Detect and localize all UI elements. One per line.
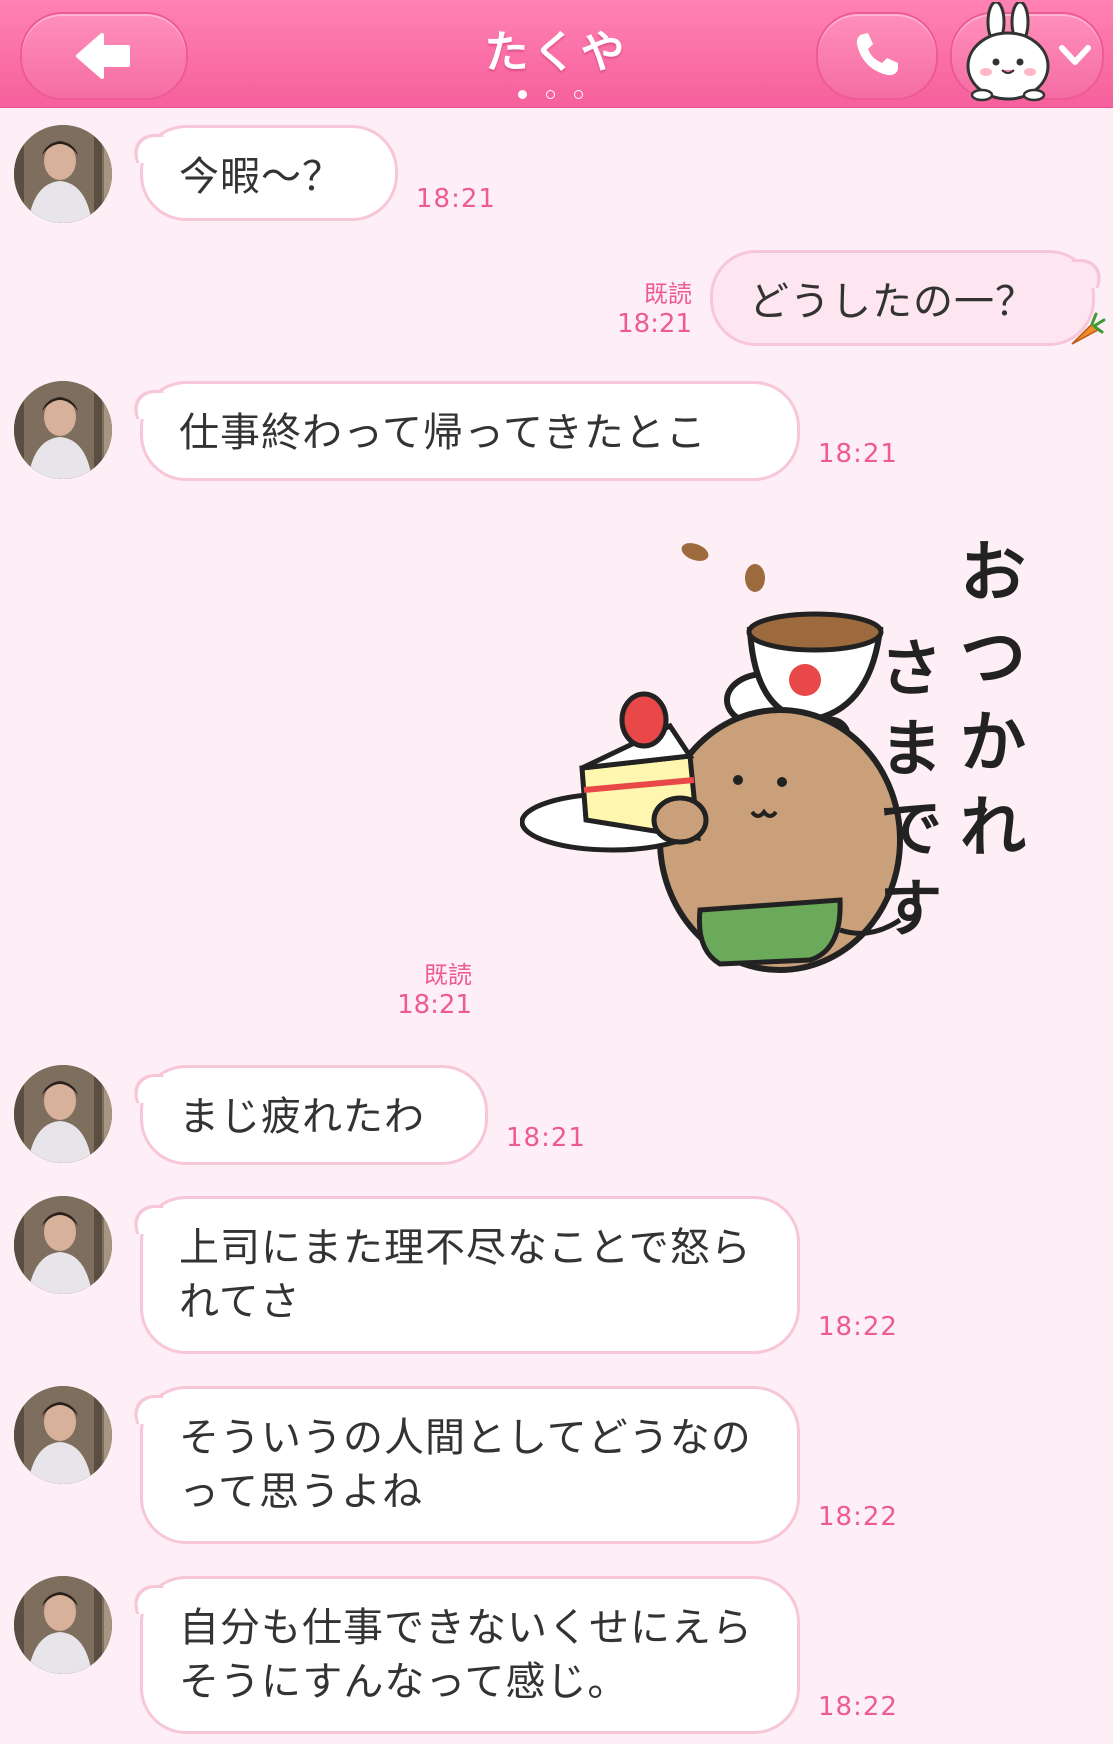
message-text: 自分も仕事できないくせにえらそうにすんなって感じ。 [179, 1605, 753, 1705]
page-dot [518, 90, 527, 99]
message-bubble[interactable]: まじ疲れたわ [140, 1065, 488, 1165]
call-button[interactable] [816, 12, 938, 100]
message-text: 上司にまた理不尽なことで怒られてさ [179, 1225, 752, 1325]
read-receipt: 既読 18:21 [380, 955, 472, 1020]
read-label: 既読 [424, 961, 472, 989]
avatar[interactable] [14, 1386, 112, 1484]
chat-title: たくや [484, 27, 629, 78]
message-bubble[interactable]: 仕事終わって帰ってきたとこ [140, 381, 800, 481]
message-text: 今暇〜？ [179, 154, 343, 200]
message-text: 仕事終わって帰ってきたとこ [179, 410, 707, 456]
bunny-icon [966, 2, 1050, 102]
carrot-icon [1071, 312, 1106, 345]
message-time: 18:21 [506, 1123, 586, 1153]
message-bubble[interactable]: そういうの人間としてどうなのって思うよね [140, 1386, 800, 1544]
sticker-text: す [880, 872, 942, 945]
avatar-photo [14, 1576, 112, 1674]
sticker-text: れ [960, 789, 1026, 866]
avatar[interactable] [14, 1196, 112, 1294]
read-label: 既読 [644, 280, 692, 308]
message-time: 18:21 [416, 184, 496, 214]
message-bubble[interactable]: 上司にまた理不尽なことで怒られてさ [140, 1196, 800, 1354]
message-time: 18:22 [818, 1692, 898, 1722]
message-time: 18:21 [397, 990, 472, 1020]
avatar-photo [14, 125, 112, 223]
message-bubble[interactable]: 今暇〜？ [140, 125, 398, 221]
page-dot [574, 90, 583, 99]
sticker-text: ま [880, 712, 942, 785]
sticker-text: か [960, 704, 1026, 781]
message-time: 18:22 [818, 1502, 898, 1532]
avatar-photo [14, 1065, 112, 1163]
message-time: 18:21 [617, 309, 692, 339]
avatar[interactable] [14, 1065, 112, 1163]
chat-header: たくや [0, 0, 1113, 108]
sticker-text: で [880, 792, 942, 865]
avatar[interactable] [14, 381, 112, 479]
read-receipt: 既読 18:21 [600, 274, 692, 339]
message-bubble[interactable]: 自分も仕事できないくせにえらそうにすんなって感じ。 [140, 1576, 800, 1734]
message-text: まじ疲れたわ [179, 1094, 425, 1140]
sticker[interactable]: お つ か れ さ ま で す [520, 520, 1100, 1010]
message-time: 18:21 [818, 439, 898, 469]
message-text: そういうの人間としてどうなのって思うよね [179, 1415, 752, 1515]
chevron-down-icon [1059, 45, 1091, 65]
avatar-photo [14, 381, 112, 479]
avatar[interactable] [14, 125, 112, 223]
avatar-photo [14, 1196, 112, 1294]
message-text: どうしたの一？ [749, 279, 1036, 325]
sticker-text: さ [880, 632, 942, 705]
page-indicator [518, 90, 598, 104]
sticker-text: お [960, 534, 1026, 611]
message-time: 18:22 [818, 1312, 898, 1342]
avatar[interactable] [14, 1576, 112, 1674]
sticker-text: つ [960, 619, 1026, 696]
phone-icon [856, 33, 898, 76]
menu-button[interactable] [950, 2, 1104, 102]
page-dot [546, 90, 555, 99]
avatar-photo [14, 1386, 112, 1484]
message-bubble[interactable]: どうしたの一？ [710, 250, 1095, 346]
